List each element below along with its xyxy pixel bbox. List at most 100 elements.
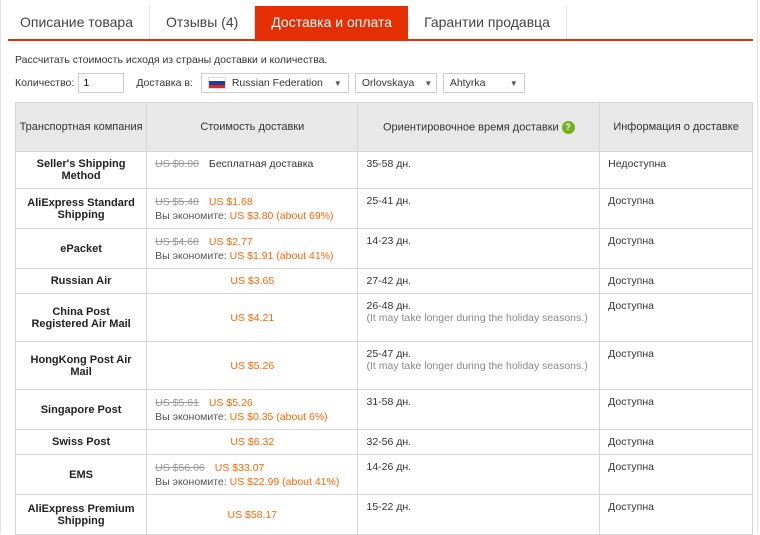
availability-cell: Недоступна: [599, 151, 753, 189]
price-line: US $56.06 US $33.07: [155, 462, 349, 474]
table-body: Seller's Shipping Method US $0.00 Бесплатн…: [14, 151, 753, 535]
availability-cell: Доступна: [599, 268, 753, 294]
saving-value: US $1.91 (about 41%): [229, 249, 334, 262]
saving-line: Вы экономите: US $3.80 (about 69%): [155, 210, 349, 222]
old-price: US $4.68: [155, 235, 199, 248]
quantity-label: Количество:: [15, 77, 75, 89]
company-cell: AliExpress Standard Shipping: [14, 188, 148, 229]
table-row: China Post Registered Air Mail US $4.21 26…: [14, 293, 753, 342]
header-cost: Стоимость доставки: [146, 102, 359, 152]
time-cell: 35-58 дн.: [357, 151, 601, 189]
company-cell: Seller's Shipping Method: [14, 151, 148, 189]
table-row: ePacket US $4.68 US $2.77 Вы экономите: US …: [14, 228, 753, 269]
availability-cell: Доступна: [599, 188, 753, 229]
country-select[interactable]: Russian Federation ▼: [200, 73, 349, 93]
shipping-price: US $1.68: [208, 195, 253, 208]
availability-cell: Доступна: [599, 293, 753, 342]
holiday-note: (It may take longer during the holiday s…: [366, 312, 588, 324]
table-row: Seller's Shipping Method US $0.00 Бесплатн…: [14, 151, 753, 189]
delivery-time: 35-58 дн.: [366, 158, 412, 170]
quantity-input[interactable]: [78, 73, 125, 93]
old-price: US $0.00: [155, 158, 199, 170]
time-cell: 27-42 дн.: [357, 268, 601, 294]
saving-line: Вы экономите: US $1.91 (about 41%): [155, 250, 349, 262]
chevron-down-icon: ▼: [509, 78, 518, 88]
time-cell: 14-26 дн.: [357, 454, 601, 495]
shipping-price: US $2.77: [208, 235, 253, 248]
table-row: AliExpress Premium Shipping US $58.17 15-2…: [14, 494, 753, 535]
time-cell: 25-47 дн. (It may take longer during the …: [357, 341, 601, 390]
shipping-price: US $33.07: [214, 461, 265, 474]
table-row: Singapore Post US $5.61 US $5.26 Вы экономи…: [14, 389, 753, 430]
saving-line: Вы экономите: US $22.99 (about 41%): [155, 476, 349, 488]
time-cell: 15-22 дн.: [357, 494, 601, 535]
header-company: Транспортная компания: [14, 102, 148, 152]
table-row: EMS US $56.06 US $33.07 Вы экономите: US $2…: [14, 454, 753, 495]
help-icon[interactable]: ?: [561, 120, 575, 134]
cost-cell: US $56.06 US $33.07 Вы экономите: US $22.9…: [146, 454, 359, 495]
time-cell: 14-23 дн.: [357, 228, 601, 269]
saving-value: US $22.99 (about 41%): [229, 475, 340, 488]
shipping-price: Бесплатная доставка: [208, 158, 314, 170]
availability-cell: Доступна: [599, 454, 753, 495]
availability-cell: Доступна: [599, 389, 753, 430]
company-cell: Russian Air: [14, 268, 148, 294]
cost-cell: US $58.17: [146, 494, 359, 535]
availability-cell: Доступна: [599, 341, 753, 390]
header-time-label: Ориентировочное время доставки: [383, 120, 559, 133]
company-cell: AliExpress Premium Shipping: [14, 494, 148, 535]
company-cell: ePacket: [14, 228, 148, 269]
delivery-time: 25-47 дн.: [366, 348, 412, 360]
delivery-time: 15-22 дн.: [366, 501, 412, 513]
table-header-row: Транспортная компания Стоимость доставки…: [14, 102, 753, 152]
cost-cell: US $4.68 US $2.77 Вы экономите: US $1.91 (…: [146, 228, 359, 269]
tab-reviews[interactable]: Отзывы (4): [150, 6, 256, 39]
chevron-down-icon: ▼: [424, 78, 433, 88]
availability-cell: Доступна: [599, 228, 753, 269]
delivery-time: 14-26 дн.: [366, 461, 412, 473]
cost-cell: US $5.26: [146, 341, 359, 390]
cost-cell: US $4.21: [146, 293, 359, 342]
region-value: Orlovskaya: [361, 77, 415, 89]
delivery-time: 27-42 дн.: [366, 275, 412, 287]
shipping-price: US $6.32: [230, 436, 275, 448]
tab-shipping[interactable]: Доставка и оплата: [255, 6, 409, 39]
shipping-price: US $5.26: [230, 359, 275, 372]
cost-cell: US $5.61 US $5.26 Вы экономите: US $0.35 (…: [146, 389, 359, 430]
city-value: Ahtyrka: [449, 77, 486, 89]
company-cell: HongKong Post Air Mail: [14, 341, 148, 390]
time-cell: 25-41 дн.: [357, 188, 601, 229]
tab-guarantees[interactable]: Гарантии продавца: [408, 6, 567, 39]
table-row: AliExpress Standard Shipping US $5.48 US $…: [14, 188, 753, 229]
price-line: US $5.61 US $5.26: [155, 397, 349, 409]
shipping-table: Транспортная компания Стоимость доставки…: [14, 102, 753, 535]
city-select[interactable]: Ahtyrka ▼: [442, 73, 525, 93]
company-cell: EMS: [14, 454, 148, 495]
cost-cell: US $3.65: [146, 268, 359, 294]
shipping-calculator: Количество: Доставка в: Russian Federati…: [15, 72, 531, 94]
shipping-price: US $4.21: [230, 311, 275, 324]
company-cell: Swiss Post: [14, 429, 148, 455]
delivery-time: 31-58 дн.: [366, 396, 412, 408]
time-cell: 32-56 дн.: [357, 429, 601, 455]
table-row: Swiss Post US $6.32 32-56 дн. Доступна: [14, 429, 753, 455]
shipping-price: US $5.26: [208, 396, 253, 409]
region-select[interactable]: Orlovskaya ▼: [354, 73, 437, 93]
saving-label: Вы экономите:: [155, 209, 227, 222]
tab-description[interactable]: Описание товара: [8, 6, 150, 39]
saving-label: Вы экономите:: [155, 410, 227, 423]
russia-flag-icon: [207, 77, 226, 89]
country-value: Russian Federation: [231, 77, 323, 89]
shipping-price: US $3.65: [230, 275, 275, 287]
calculator-hint: Рассчитать стоимость исходя из страны до…: [15, 54, 328, 66]
old-price: US $5.61: [155, 396, 199, 409]
shipping-price: US $58.17: [227, 508, 278, 521]
saving-label: Вы экономите:: [155, 249, 227, 262]
company-cell: Singapore Post: [14, 389, 148, 430]
table-row: HongKong Post Air Mail US $5.26 25-47 дн.(…: [14, 341, 753, 390]
header-time: Ориентировочное время доставки?: [357, 102, 601, 152]
holiday-note: (It may take longer during the holiday s…: [366, 360, 588, 372]
chevron-down-icon: ▼: [333, 78, 342, 88]
time-cell: 31-58 дн.: [357, 389, 601, 430]
table-row: Russian Air US $3.65 27-42 дн. Доступна: [14, 268, 753, 294]
